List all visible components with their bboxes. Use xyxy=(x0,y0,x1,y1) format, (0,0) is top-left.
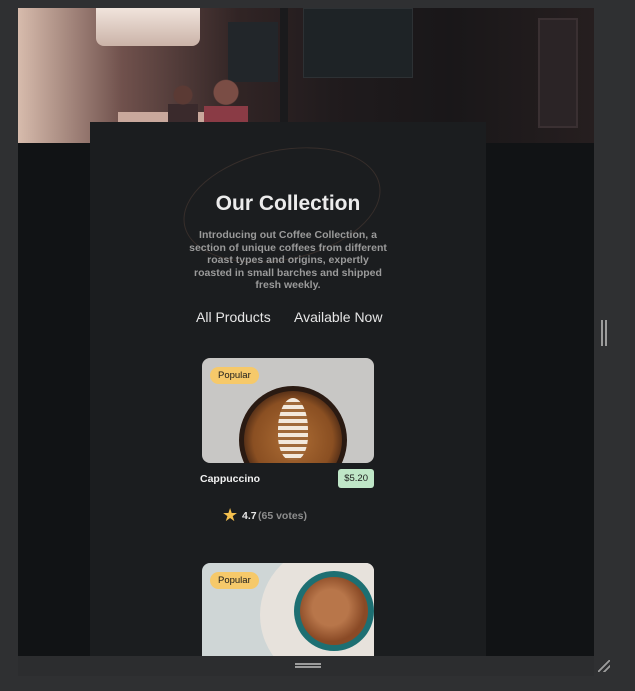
hero-menu-board xyxy=(303,8,413,78)
collection-tabs: All Products Available Now xyxy=(196,309,396,327)
price-tag: $5.20 xyxy=(338,469,374,488)
hero-awning xyxy=(96,8,200,46)
popular-badge: Popular xyxy=(210,367,259,384)
collection-title: Our Collection xyxy=(215,192,361,215)
popular-badge: Popular xyxy=(210,572,259,589)
tab-available-now[interactable]: Available Now xyxy=(294,309,382,325)
product-info-row: Cappuccino $5.20 xyxy=(200,469,374,491)
product-card-cappuccino[interactable]: Popular Cappuccino $5.20 xyxy=(200,358,374,491)
resize-grip-icon[interactable] xyxy=(598,660,610,672)
collection-description: Introducing out Coffee Collection, a sec… xyxy=(189,229,387,291)
cappuccino-image: Popular xyxy=(202,358,374,463)
hero-window xyxy=(538,18,578,128)
coffee-cup-image: Popular xyxy=(202,563,374,668)
hero-menu-board-small xyxy=(228,22,278,82)
tab-all-products[interactable]: All Products xyxy=(196,309,271,325)
vertical-drag-handle-icon[interactable] xyxy=(601,320,607,346)
rating-value: 4.7 xyxy=(242,510,257,522)
product-name: Cappuccino xyxy=(200,473,261,485)
coffee-surface xyxy=(300,577,368,645)
product-card-second[interactable]: Popular xyxy=(202,563,374,668)
window-frame: Our Collection Introducing out Coffee Co… xyxy=(0,0,635,691)
star-icon: ★ xyxy=(222,505,239,525)
horizontal-drag-handle-icon[interactable] xyxy=(295,663,321,668)
rating-votes: (65 votes) xyxy=(258,510,308,522)
latte-leaf xyxy=(278,398,308,460)
